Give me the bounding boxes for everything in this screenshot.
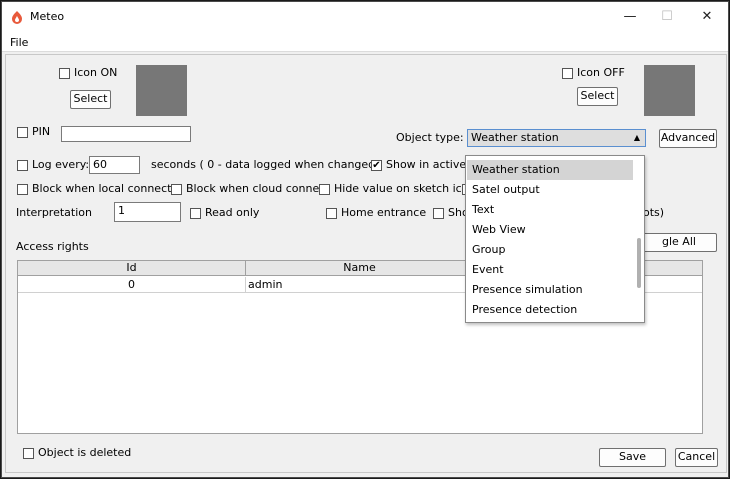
- row-id: 0: [18, 277, 246, 293]
- app-drop-icon: [12, 11, 22, 24]
- home-entrance-checkbox[interactable]: [326, 208, 337, 219]
- interpretation-label: Interpretation: [16, 206, 92, 219]
- option-weather-station[interactable]: Weather station: [467, 160, 633, 180]
- app-window: Meteo — ☐ ✕ File Icon ON Select Icon OFF…: [1, 1, 729, 478]
- pin-label: PIN: [32, 125, 51, 138]
- icon-on-label: Icon ON: [74, 66, 118, 79]
- object-type-dropdown: Weather station Satel output Text Web Vi…: [465, 155, 645, 323]
- menu-file[interactable]: File: [10, 36, 28, 49]
- read-only-checkbox[interactable]: [190, 208, 201, 219]
- block-cloud-checkbox[interactable]: [171, 184, 182, 195]
- block-cloud-label: Block when cloud connect: [186, 182, 330, 195]
- row-name: admin: [248, 278, 283, 291]
- log-every-input[interactable]: 60: [89, 156, 140, 174]
- hide-value-label: Hide value on sketch icon: [334, 182, 476, 195]
- read-only-label: Read only: [205, 206, 260, 219]
- cancel-button[interactable]: Cancel: [675, 448, 718, 467]
- object-deleted-label: Object is deleted: [38, 446, 132, 459]
- window-title: Meteo: [30, 10, 65, 23]
- option-web-view[interactable]: Web View: [467, 220, 633, 240]
- access-rights-label: Access rights: [16, 240, 89, 253]
- show-active-checkbox[interactable]: ✔: [371, 160, 382, 171]
- pin-checkbox[interactable]: [17, 127, 28, 138]
- show-active-label: Show in active d: [386, 158, 477, 171]
- block-local-checkbox[interactable]: [17, 184, 28, 195]
- chevron-up-icon: ▲: [633, 133, 640, 142]
- icon-on-preview: [136, 65, 187, 116]
- object-type-select[interactable]: Weather station ▲: [467, 129, 646, 147]
- advanced-button[interactable]: Advanced: [659, 129, 717, 148]
- menu-bar: File: [2, 32, 728, 52]
- object-deleted-checkbox[interactable]: [23, 448, 34, 459]
- log-every-hint: seconds ( 0 - data logged when changed): [151, 158, 380, 171]
- option-satel-output[interactable]: Satel output: [467, 180, 633, 200]
- icon-off-checkbox[interactable]: [562, 68, 573, 79]
- object-type-label: Object type:: [396, 131, 464, 144]
- hide-value-checkbox[interactable]: [319, 184, 330, 195]
- icon-on-checkbox[interactable]: [59, 68, 70, 79]
- option-presence-detection[interactable]: Presence detection: [467, 300, 633, 320]
- block-local-label: Block when local connect: [32, 182, 172, 195]
- option-text[interactable]: Text: [467, 200, 633, 220]
- object-type-selected: Weather station: [471, 131, 559, 144]
- icon-on-select-button[interactable]: Select: [70, 90, 111, 109]
- icon-off-preview: [644, 65, 695, 116]
- title-bar: Meteo — ☐ ✕: [2, 2, 728, 32]
- option-presence-simulation[interactable]: Presence simulation: [467, 280, 633, 300]
- minimize-button[interactable]: —: [620, 8, 640, 26]
- home-entrance-label: Home entrance: [341, 206, 427, 219]
- pin-input[interactable]: [61, 126, 191, 142]
- column-header-name[interactable]: Name: [246, 261, 474, 276]
- log-every-checkbox[interactable]: [17, 160, 28, 171]
- column-header-id[interactable]: Id: [18, 261, 246, 276]
- option-event[interactable]: Event: [467, 260, 633, 280]
- icon-off-label: Icon OFF: [577, 66, 625, 79]
- log-every-label: Log every:: [32, 158, 90, 171]
- interpretation-input[interactable]: 1: [114, 202, 181, 222]
- sho-checkbox[interactable]: [433, 208, 444, 219]
- option-group[interactable]: Group: [467, 240, 633, 260]
- close-button[interactable]: ✕: [697, 8, 717, 26]
- save-button[interactable]: Save: [599, 448, 666, 467]
- maximize-button[interactable]: ☐: [657, 8, 677, 26]
- icon-off-select-button[interactable]: Select: [577, 87, 618, 106]
- dropdown-scrollbar[interactable]: [637, 238, 641, 288]
